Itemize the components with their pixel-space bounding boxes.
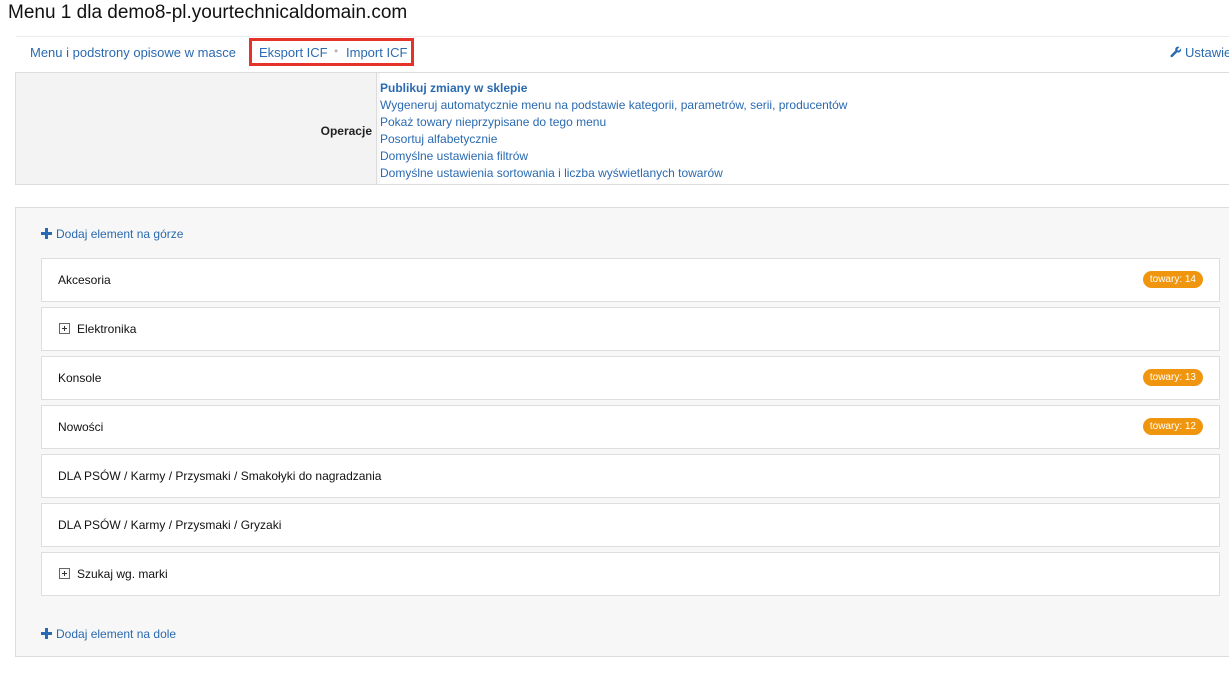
import-icf-link[interactable]: Import ICF <box>346 45 407 60</box>
operations-label: Operacje <box>320 124 372 138</box>
menu-item-smakolyki[interactable]: DLA PSÓW / Karmy / Przysmaki / Smakołyki… <box>41 454 1220 498</box>
expand-icon[interactable] <box>59 323 70 334</box>
default-sort-settings-link[interactable]: Domyślne ustawienia sortowania i liczba … <box>380 165 1229 182</box>
product-count-badge: towary: 14 <box>1142 271 1203 288</box>
top-navigation: Menu i podstrony opisowe w masce Eksport… <box>16 36 1229 67</box>
operations-label-cell: Operacje <box>16 73 377 184</box>
wrench-icon <box>1170 46 1182 58</box>
add-bottom-label: Dodaj element na dole <box>56 627 177 641</box>
auto-generate-menu-link[interactable]: Wygeneruj automatycznie menu na podstawi… <box>380 97 1229 114</box>
default-filter-settings-link[interactable]: Domyślne ustawienia filtrów <box>380 148 1229 165</box>
menu-item-nowosci[interactable]: Nowości towary: 12 <box>41 405 1220 449</box>
settings-label: Ustawienia <box>1185 45 1229 60</box>
menu-item-konsole[interactable]: Konsole towary: 13 <box>41 356 1220 400</box>
product-count-badge: towary: 12 <box>1142 418 1203 435</box>
expand-icon[interactable] <box>59 568 70 579</box>
plus-icon <box>41 628 52 639</box>
publish-changes-link[interactable]: Publikuj zmiany w sklepie <box>380 80 1229 97</box>
export-icf-link[interactable]: Eksport ICF <box>259 45 328 60</box>
menu-item-label: Konsole <box>58 371 102 385</box>
menu-item-label: Elektronika <box>77 322 137 336</box>
sort-alphabetically-link[interactable]: Posortuj alfabetycznie <box>380 131 1229 148</box>
operations-panel: Operacje Publikuj zmiany w sklepie Wygen… <box>15 72 1229 185</box>
menu-item-gryzaki[interactable]: DLA PSÓW / Karmy / Przysmaki / Gryzaki <box>41 503 1220 547</box>
show-unassigned-products-link[interactable]: Pokaż towary nieprzypisane do tego menu <box>380 114 1229 131</box>
menu-item-elektronika[interactable]: Elektronika <box>41 307 1220 351</box>
menu-tree-panel: Dodaj element na górze Akcesoria towary:… <box>15 207 1229 657</box>
add-element-top-link[interactable]: Dodaj element na górze <box>41 227 183 241</box>
page-title: Menu 1 dla demo8-pl.yourtechnicaldomain.… <box>8 2 408 23</box>
bulk-menu-link[interactable]: Menu i podstrony opisowe w masce <box>30 45 236 60</box>
plus-icon <box>41 228 52 239</box>
add-top-label: Dodaj element na górze <box>56 227 184 241</box>
menu-item-label: Akcesoria <box>58 273 111 287</box>
menu-item-label: Szukaj wg. marki <box>77 567 168 581</box>
menu-item-label: DLA PSÓW / Karmy / Przysmaki / Smakołyki… <box>58 469 382 483</box>
operations-list: Publikuj zmiany w sklepie Wygeneruj auto… <box>380 73 1229 184</box>
menu-item-label: Nowości <box>58 420 104 434</box>
nav-separator: • <box>334 44 339 58</box>
menu-item-label: DLA PSÓW / Karmy / Przysmaki / Gryzaki <box>58 518 282 532</box>
settings-link[interactable]: Ustawienia <box>1170 45 1229 60</box>
menu-item-szukaj-wg-marki[interactable]: Szukaj wg. marki <box>41 552 1220 596</box>
add-element-bottom-link[interactable]: Dodaj element na dole <box>41 627 176 641</box>
product-count-badge: towary: 13 <box>1142 369 1203 386</box>
menu-item-akcesoria[interactable]: Akcesoria towary: 14 <box>41 258 1220 302</box>
